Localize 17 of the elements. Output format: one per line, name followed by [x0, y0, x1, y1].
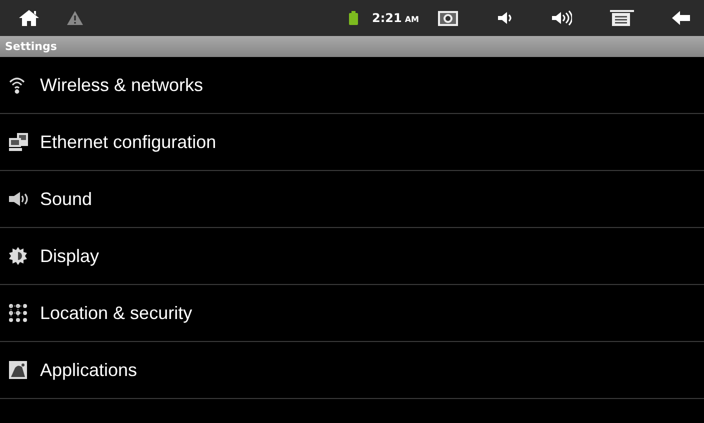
- dot-grid-icon: [9, 304, 27, 322]
- clock-time: 2:21: [372, 11, 402, 25]
- apps-icon: [9, 361, 27, 379]
- brightness-icon: [9, 247, 27, 265]
- menu-icon[interactable]: [610, 10, 634, 26]
- volume-up-icon[interactable]: [552, 10, 572, 26]
- speaker-icon: [9, 192, 29, 206]
- warning-icon: [67, 11, 83, 25]
- computers-icon: [9, 133, 29, 151]
- wifi-icon: [9, 76, 25, 94]
- camera-icon[interactable]: [438, 10, 458, 26]
- clock-meridiem: AM: [404, 15, 419, 24]
- back-icon[interactable]: [672, 11, 690, 25]
- battery-icon: [348, 11, 358, 25]
- volume-down-icon[interactable]: [498, 11, 514, 25]
- home-icon[interactable]: [18, 9, 40, 27]
- screen-title: Settings: [5, 40, 57, 53]
